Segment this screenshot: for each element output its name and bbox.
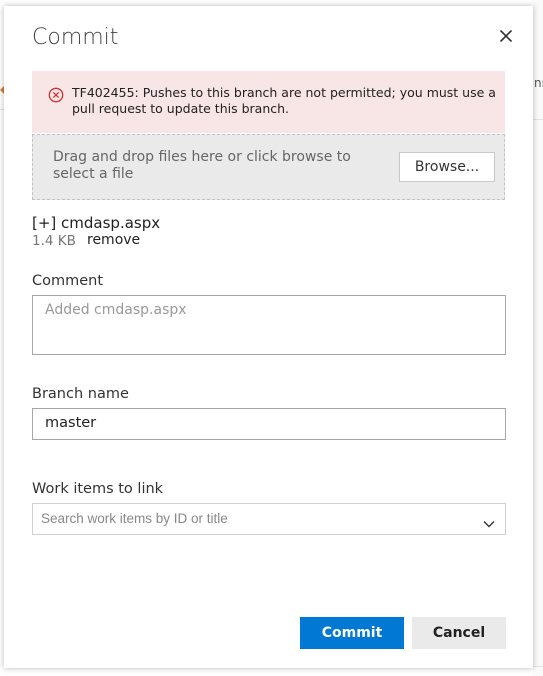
close-icon[interactable] (494, 24, 518, 48)
commit-dialog: Commit TF402455: Pushes to this branch a… (4, 6, 533, 668)
cancel-button[interactable]: Cancel (412, 617, 506, 649)
error-message: TF402455: Pushes to this branch are not … (72, 85, 496, 116)
chevron-down-icon[interactable] (482, 514, 496, 528)
browse-button[interactable]: Browse... (399, 152, 495, 182)
branch-name-label: Branch name (32, 386, 129, 402)
dialog-title: Commit (32, 25, 119, 50)
file-name: [+] cmdasp.aspx (32, 214, 161, 232)
work-items-label: Work items to link (32, 481, 164, 497)
dropzone-text: Drag and drop files here or click browse… (53, 149, 351, 182)
error-banner: TF402455: Pushes to this branch are not … (32, 71, 505, 133)
background-divider (533, 666, 543, 667)
branch-name-input[interactable]: master (32, 408, 506, 440)
work-items-search[interactable]: Search work items by ID or title (32, 503, 506, 535)
commit-button[interactable]: Commit (300, 617, 404, 649)
comment-label: Comment (32, 273, 104, 289)
comment-placeholder: Added cmdasp.aspx (45, 302, 187, 318)
work-items-placeholder: Search work items by ID or title (41, 511, 228, 526)
background-strip (533, 0, 543, 676)
background-divider (533, 119, 543, 120)
file-size: 1.4 KB (32, 233, 76, 249)
background-partial-text: nn (534, 76, 543, 90)
comment-textarea[interactable]: Added cmdasp.aspx (32, 295, 506, 355)
error-circle-icon (48, 87, 64, 103)
remove-file-link[interactable]: remove (87, 232, 140, 248)
file-dropzone[interactable]: Drag and drop files here or click browse… (32, 134, 505, 200)
branch-name-value: master (45, 415, 97, 431)
